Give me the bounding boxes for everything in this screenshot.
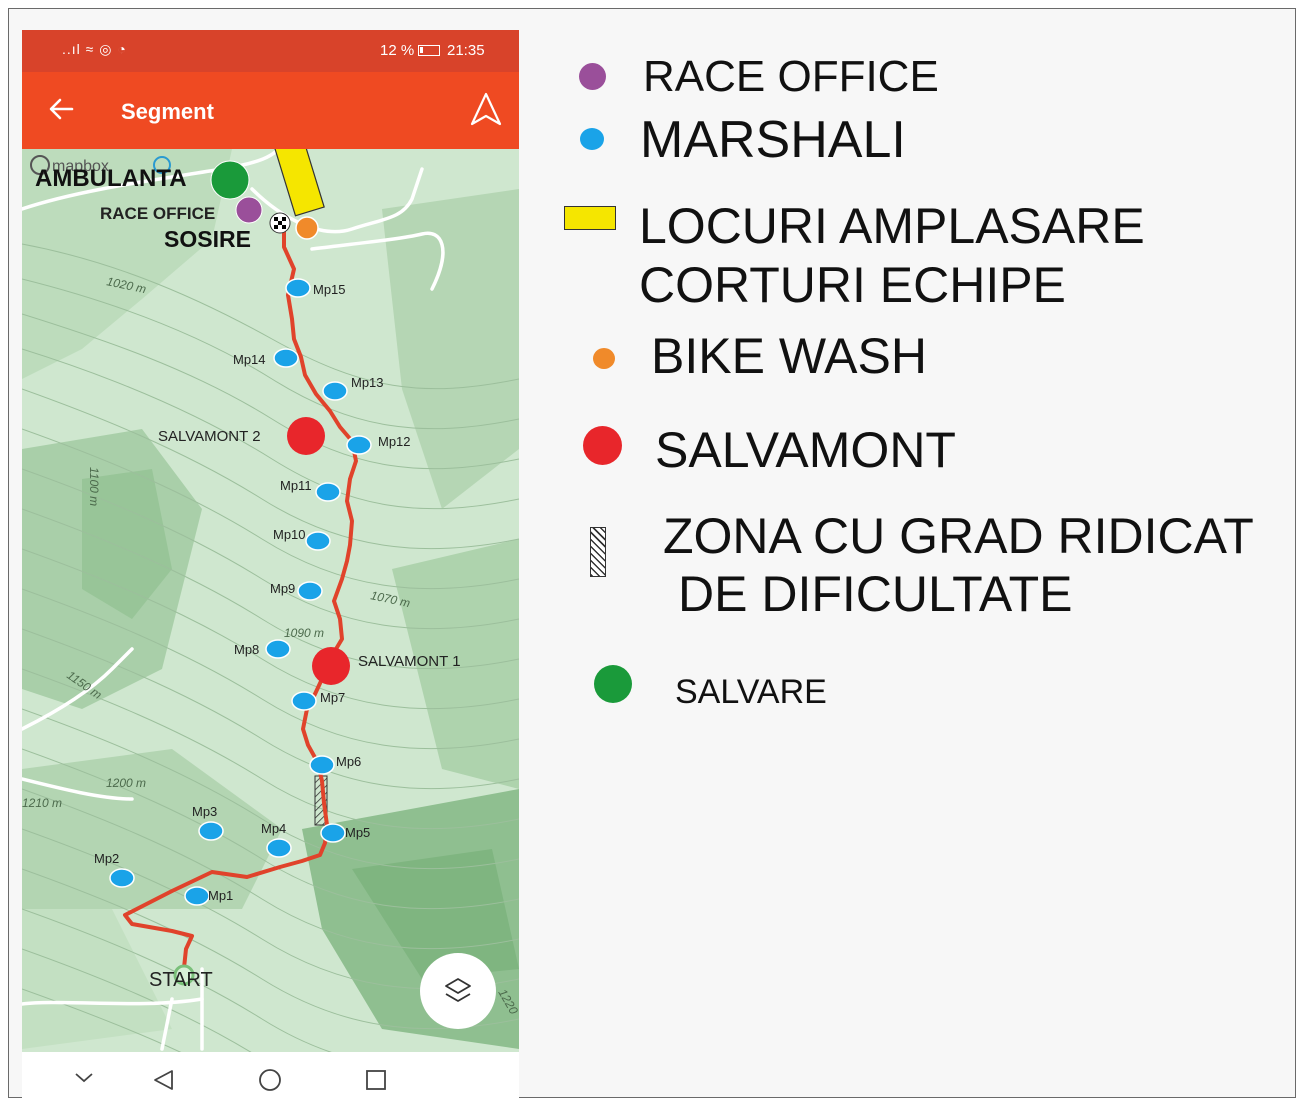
salvamont-1-label: SALVAMONT 1 <box>358 653 461 670</box>
svg-text:Mp6: Mp6 <box>336 754 361 769</box>
legend-difficult-zone-label-line1: ZONA CU GRAD RIDICAT <box>663 508 1254 564</box>
svg-text:Mp8: Mp8 <box>234 642 259 657</box>
ambulance-marker <box>210 160 250 200</box>
finish-label: SOSIRE <box>164 226 251 252</box>
svg-text:Mp10: Mp10 <box>273 527 306 542</box>
legend-salvamont-label: SALVAMONT <box>655 422 956 478</box>
legend-bike-wash-dot <box>593 348 615 369</box>
page-title: Segment <box>121 99 214 124</box>
race-office-label: RACE OFFICE <box>100 204 215 223</box>
back-nav-icon[interactable] <box>154 1070 173 1090</box>
svg-text:Mp14: Mp14 <box>233 352 266 367</box>
svg-text:1100 m: 1100 m <box>87 467 101 506</box>
app-bar: Segment <box>22 72 519 149</box>
navigation-arrow-icon[interactable] <box>466 90 506 130</box>
layers-button[interactable] <box>420 953 496 1029</box>
svg-text:Mp2: Mp2 <box>94 851 119 866</box>
svg-text:Mp1: Mp1 <box>208 888 233 903</box>
svg-text:Mp11: Mp11 <box>280 478 312 493</box>
legend-difficult-zone-swatch <box>590 527 606 577</box>
legend-ambulance-label: SALVARE <box>675 673 827 711</box>
svg-text:Mp4: Mp4 <box>261 821 286 836</box>
bike-wash-marker <box>295 216 319 240</box>
svg-text:Mp13: Mp13 <box>351 375 384 390</box>
legend-marshal-label: MARSHALI <box>640 111 906 169</box>
home-nav-icon[interactable] <box>259 1069 281 1091</box>
legend-marshal-dot <box>580 128 604 150</box>
legend-tents-label-line2: CORTURI ECHIPE <box>639 257 1066 313</box>
back-arrow-icon[interactable] <box>46 94 76 124</box>
status-time: 21:35 <box>447 42 485 59</box>
battery-icon <box>418 45 440 56</box>
ambulance-label: AMBULANTA <box>35 165 187 192</box>
status-bar: ..ıl ≈ ◎ ◔ 12 % 21:35 <box>22 30 519 72</box>
map-canvas: mapbox AMBULANTA RACE OFFICE SOSIRE STAR… <box>22 149 519 1052</box>
recents-nav-icon[interactable] <box>366 1070 386 1090</box>
legend-difficult-zone-label-line2: DE DIFICULTATE <box>678 566 1073 622</box>
salvamont-2-label: SALVAMONT 2 <box>158 428 261 445</box>
salvamont-1-marker <box>312 647 350 685</box>
svg-text:1090 m: 1090 m <box>284 626 324 640</box>
status-icons: ..ıl ≈ ◎ ◔ <box>62 41 127 57</box>
svg-text:Mp9: Mp9 <box>270 581 295 596</box>
legend-bike-wash-label: BIKE WASH <box>651 328 927 384</box>
trail-map[interactable]: mapbox AMBULANTA RACE OFFICE SOSIRE STAR… <box>22 149 519 1052</box>
salvamont-2-marker <box>287 417 325 455</box>
svg-text:Mp5: Mp5 <box>345 825 370 840</box>
svg-text:1210 m: 1210 m <box>22 796 62 810</box>
legend-race-office-label: RACE OFFICE <box>643 52 939 101</box>
legend-ambulance-dot <box>594 665 632 703</box>
start-label: START <box>149 969 213 991</box>
svg-text:Mp3: Mp3 <box>192 804 217 819</box>
svg-text:Mp12: Mp12 <box>378 434 411 449</box>
legend-tents-swatch <box>564 206 616 230</box>
legend-race-office-dot <box>579 63 606 90</box>
legend-tents-label-line1: LOCURI AMPLASARE <box>639 198 1145 254</box>
phone-screenshot: ..ıl ≈ ◎ ◔ 12 % 21:35 Segment mapbox AMB… <box>22 30 519 1101</box>
team-tents-area <box>273 149 325 217</box>
battery-percentage: 12 % <box>380 42 415 59</box>
legend-salvamont-dot <box>583 426 622 465</box>
race-office-marker <box>235 196 263 224</box>
android-nav-bar <box>22 1052 519 1101</box>
svg-text:1200 m: 1200 m <box>106 776 146 790</box>
terrain-shading <box>22 149 519 1049</box>
svg-text:Mp15: Mp15 <box>313 282 346 297</box>
svg-text:Mp7: Mp7 <box>320 690 345 705</box>
hide-keyboard-icon[interactable] <box>75 1073 93 1083</box>
finish-flag-icon <box>269 212 291 234</box>
